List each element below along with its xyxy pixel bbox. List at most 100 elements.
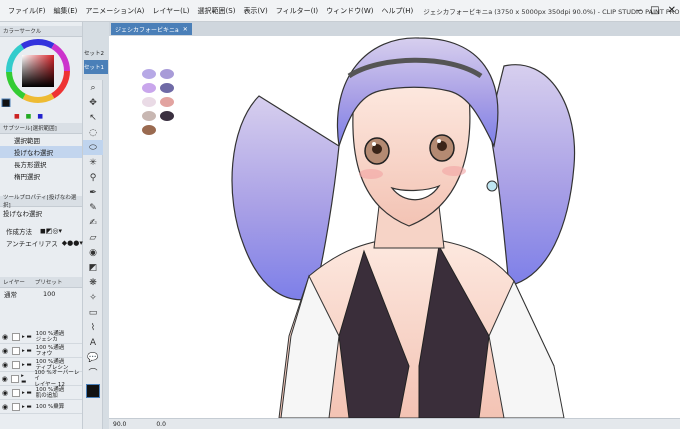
menu-help[interactable]: ヘルプ(H) (377, 6, 417, 16)
text-tool-icon[interactable]: A (83, 335, 103, 350)
eye-icon[interactable]: ◉ (0, 333, 10, 341)
pen-tool-icon[interactable]: ✒ (83, 185, 103, 200)
eye-icon[interactable]: ◉ (0, 403, 10, 411)
folder-icon: ▸ ▬ (22, 389, 32, 396)
palette-swatch (142, 97, 156, 107)
move-tool-icon[interactable]: ✥ (83, 95, 103, 110)
eye-icon[interactable]: ◉ (0, 375, 9, 383)
minimize-icon[interactable]: ‒ (636, 5, 642, 16)
layer-checkbox[interactable] (12, 402, 20, 411)
menu-bar: ファイル(F) 編集(E) アニメーション(A) レイヤー(L) 選択範囲(S)… (4, 6, 417, 16)
canvas-artwork (142, 37, 576, 418)
menu-file[interactable]: ファイル(F) (4, 6, 50, 16)
subtool-item-ellipse[interactable]: 楕円選択 (0, 170, 82, 182)
blue-marker-icon: ■ (37, 112, 44, 120)
blend-mode-select[interactable]: 通常 (4, 289, 17, 299)
palette-swatch (142, 69, 156, 79)
canvas[interactable] (109, 36, 680, 418)
eye-icon[interactable]: ◉ (0, 347, 10, 355)
correct-line-icon[interactable]: ⌒ (83, 365, 103, 380)
layer-row[interactable]: ◉ ▸ ▬ 100 %通過 ジェシカ (0, 330, 82, 344)
menu-edit[interactable]: 編集(E) (50, 6, 82, 16)
preset-tab[interactable]: プリセット (35, 278, 63, 286)
folder-icon: ▸ ▬ (21, 372, 27, 385)
layer-checkbox[interactable] (12, 360, 20, 369)
menu-layer[interactable]: レイヤー(L) (148, 6, 193, 16)
layer-tab[interactable]: レイヤー (3, 278, 25, 286)
folder-icon: ▸ ▬ (22, 347, 32, 354)
palette-swatch (142, 111, 156, 121)
zoom-value[interactable]: 90.0 (113, 421, 126, 428)
eyedropper-icon[interactable]: ⚲ (83, 170, 103, 185)
layer-row[interactable]: ◉ ▸ ▬ 100 %オーバーレイ レイヤー 12 (0, 369, 82, 388)
title-bar: ファイル(F) 編集(E) アニメーション(A) レイヤー(L) 選択範囲(S)… (0, 0, 680, 22)
gradient-tool-icon[interactable]: ◩ (83, 260, 103, 275)
color-panel-footer: ■ ■ ■ (0, 109, 82, 123)
eye-icon[interactable]: ◉ (0, 361, 10, 369)
layer-checkbox[interactable] (12, 388, 20, 397)
menu-window[interactable]: ウィンドウ(W) (322, 6, 377, 16)
color-panel-header: カラーサークル (0, 26, 82, 37)
angle-value[interactable]: 0.0 (156, 421, 166, 428)
antialias-icons[interactable]: ◆●●▾ (62, 239, 83, 247)
antialias-row[interactable]: アンチエイリアス ◆●●▾ (0, 237, 83, 249)
balloon-tool-icon[interactable]: 💬 (83, 350, 103, 365)
blend-tool-icon[interactable]: ❋ (83, 275, 103, 290)
auto-select-icon[interactable]: ✳ (83, 155, 103, 170)
main-color-swatch[interactable] (86, 384, 100, 398)
folder-icon: ▸ ▬ (22, 361, 32, 368)
layer-checkbox[interactable] (12, 346, 20, 355)
close-icon[interactable]: ✕ (668, 5, 676, 16)
fill-tool-icon[interactable]: ◉ (83, 245, 103, 260)
document-tab-bar: ジェシカフォービキニa ✕ (109, 22, 680, 36)
ruler-tool-icon[interactable]: ⌇ (83, 320, 103, 335)
folder-icon: ▸ ▬ (22, 403, 32, 410)
palette-swatch (160, 97, 174, 107)
menu-animation[interactable]: アニメーション(A) (81, 6, 148, 16)
zoom-tool-icon[interactable]: ⌕ (83, 80, 103, 95)
eye-icon[interactable]: ◉ (0, 389, 10, 397)
set-tab-2[interactable]: セット2 (84, 46, 108, 60)
operation-tool-icon[interactable]: ↖ (83, 110, 103, 125)
layer-row[interactable]: ◉ ▸ ▬ 100 %通過 フォウ (0, 344, 82, 358)
document-tab[interactable]: ジェシカフォービキニa ✕ (111, 23, 192, 35)
layer-checkbox[interactable] (12, 332, 20, 341)
subtool-item-select[interactable]: 選択範囲 (0, 134, 82, 146)
tab-close-icon[interactable]: ✕ (183, 26, 188, 33)
maximize-icon[interactable]: □ (650, 5, 659, 16)
selection-tool-icon[interactable]: ⬭ (83, 140, 103, 155)
opacity-field[interactable]: 100 (43, 290, 55, 298)
menu-selection[interactable]: 選択範囲(S) (194, 6, 240, 16)
palette-swatch (142, 83, 156, 93)
figure-tool-icon[interactable]: ✧ (83, 290, 103, 305)
layer-list: ◉ ▸ ▬ 100 %通過 ジェシカ ◉ ▸ ▬ 100 %通過 フォウ ◉ ▸ ▬ 100 %通過… (0, 330, 82, 414)
layer-name: フォウ (35, 350, 53, 357)
menu-view[interactable]: 表示(V) (239, 6, 271, 16)
method-icons[interactable]: ◼◩◎▾ (40, 227, 62, 235)
layer-row[interactable]: ◉ ▸ ▬ 100 %乗算 (0, 400, 82, 414)
lasso-tool-icon[interactable]: ◌ (83, 125, 103, 140)
set-tab-1[interactable]: セット1 (84, 60, 108, 74)
subtool-item-rect[interactable]: 長方形選択 (0, 158, 82, 170)
tool-bar: ⌕ ✥ ↖ ◌ ⬭ ✳ ⚲ ✒ ✎ ✍ ▱ ◉ ◩ ❋ ✧ ▭ ⌇ A 💬 ⌒ (83, 80, 103, 429)
layer-blend-row[interactable]: 通常 100 (0, 288, 82, 300)
subtool-item-lasso[interactable]: 投げなわ選択 (0, 146, 82, 158)
set-tabs: セット2 セット1 (84, 46, 108, 76)
brush-tool-icon[interactable]: ✍ (83, 215, 103, 230)
subtool-header: サブツール[選択範囲] (0, 123, 82, 134)
frame-tool-icon[interactable]: ▭ (83, 305, 103, 320)
green-marker-icon: ■ (25, 112, 32, 120)
left-panel: カラーサークル ■ ■ ■ サブツール[選択範囲] 選択範囲 投げなわ選択 長方形選… (0, 22, 83, 429)
creation-method-row[interactable]: 作成方法 ◼◩◎▾ (0, 225, 82, 237)
pencil-tool-icon[interactable]: ✎ (83, 200, 103, 215)
layer-checkbox[interactable] (11, 374, 20, 383)
color-swatches (142, 69, 174, 135)
layer-percent: 100 %オーバーレイ (34, 369, 80, 382)
palette-swatch (142, 125, 156, 135)
eraser-tool-icon[interactable]: ▱ (83, 230, 103, 245)
menu-filter[interactable]: フィルター(I) (272, 6, 322, 16)
folder-icon: ▸ ▬ (22, 333, 32, 340)
layer-row[interactable]: ◉ ▸ ▬ 100 %通過 肌の追加 (0, 386, 82, 400)
color-wheel[interactable] (0, 37, 83, 108)
layer-name: 肌の追加 (35, 392, 58, 399)
